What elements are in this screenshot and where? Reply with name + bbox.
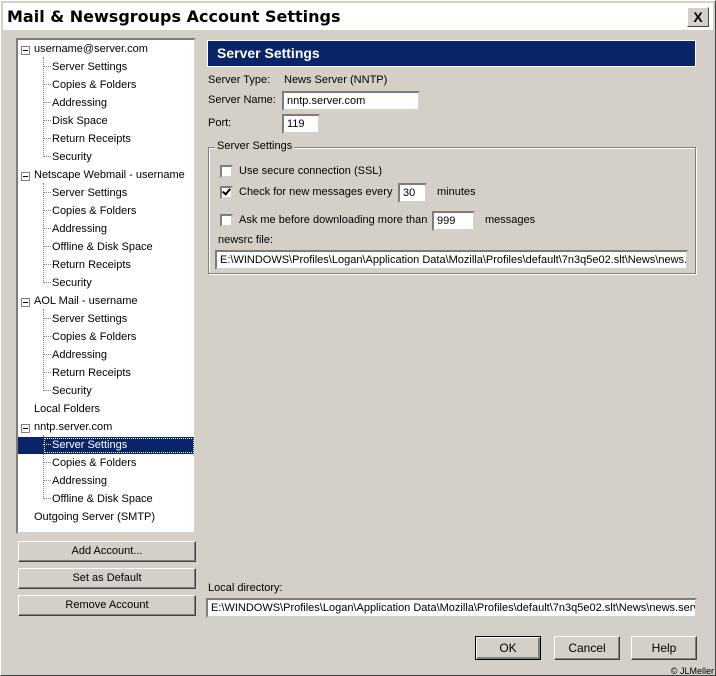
tree-item-disk-space[interactable]: Disk Space	[52, 113, 108, 130]
ok-button[interactable]: OK	[475, 636, 541, 660]
copyright-text: © JLMeller	[670, 666, 714, 676]
tree-item-return-receipts[interactable]: Return Receipts	[52, 257, 131, 274]
server-type-value: News Server (NNTP)	[284, 74, 388, 86]
account-tree[interactable]: username@server.com Server Settings Copi…	[16, 38, 196, 534]
tree-item-security[interactable]: Security	[52, 149, 92, 166]
check-new-messages-label[interactable]: Check for new messages every	[239, 186, 392, 198]
tree-item-return-receipts[interactable]: Return Receipts	[52, 365, 131, 382]
tree-item-addressing[interactable]: Addressing	[52, 347, 107, 364]
collapse-icon[interactable]	[21, 172, 30, 181]
check-interval-input[interactable]: 30	[398, 183, 427, 203]
tree-item-server-settings[interactable]: Server Settings	[52, 311, 127, 328]
tree-item-server-settings-selected[interactable]: Server Settings	[52, 437, 127, 454]
tree-item-copies-folders[interactable]: Copies & Folders	[52, 329, 136, 346]
panel-title: Server Settings	[207, 40, 696, 67]
tree-item-offline-disk-space[interactable]: Offline & Disk Space	[52, 491, 153, 508]
ssl-checkbox[interactable]	[220, 165, 233, 178]
tree-item-server-settings[interactable]: Server Settings	[52, 59, 127, 76]
newsrc-file-input[interactable]: E:\WINDOWS\Profiles\Logan\Application Da…	[215, 250, 688, 270]
tree-item-security[interactable]: Security	[52, 275, 92, 292]
cancel-button[interactable]: Cancel	[554, 636, 620, 660]
collapse-icon[interactable]	[21, 46, 30, 55]
messages-label: messages	[485, 214, 536, 226]
local-directory-input[interactable]: E:\WINDOWS\Profiles\Logan\Application Da…	[206, 598, 697, 618]
server-type-label: Server Type:	[208, 74, 271, 86]
tree-account-local-folders[interactable]: Local Folders	[34, 401, 100, 418]
tree-account-nntp-server[interactable]: nntp.server.com	[34, 419, 112, 436]
server-name-input[interactable]: nntp.server.com	[282, 91, 420, 111]
collapse-icon[interactable]	[21, 298, 30, 307]
server-settings-group-label: Server Settings	[215, 140, 295, 152]
ask-before-download-label[interactable]: Ask me before downloading more than	[239, 214, 427, 226]
tree-account-aol-mail[interactable]: AOL Mail - username	[34, 293, 138, 310]
minutes-label: minutes	[437, 186, 476, 198]
close-button[interactable]: X	[687, 7, 709, 27]
add-account-button[interactable]: Add Account...	[18, 541, 196, 562]
server-name-label: Server Name:	[208, 94, 276, 106]
collapse-icon[interactable]	[21, 424, 30, 433]
check-new-messages-checkbox[interactable]	[220, 186, 233, 199]
tree-item-server-settings[interactable]: Server Settings	[52, 185, 127, 202]
tree-item-copies-folders[interactable]: Copies & Folders	[52, 77, 136, 94]
ask-before-download-checkbox[interactable]	[220, 214, 233, 227]
remove-account-button[interactable]: Remove Account	[18, 595, 196, 616]
tree-account-outgoing-smtp[interactable]: Outgoing Server (SMTP)	[34, 509, 155, 526]
window-title: Mail & Newsgroups Account Settings	[7, 7, 341, 26]
port-label: Port:	[208, 117, 232, 129]
newsrc-file-label: newsrc file:	[218, 234, 274, 246]
help-button[interactable]: Help	[631, 636, 697, 660]
close-icon: X	[693, 9, 703, 25]
tree-item-return-receipts[interactable]: Return Receipts	[52, 131, 131, 148]
tree-item-offline-disk-space[interactable]: Offline & Disk Space	[52, 239, 153, 256]
tree-item-addressing[interactable]: Addressing	[52, 473, 107, 490]
ask-count-input[interactable]: 999	[432, 211, 475, 231]
tree-account-username-server[interactable]: username@server.com	[34, 41, 148, 58]
tree-item-addressing[interactable]: Addressing	[52, 95, 107, 112]
tree-item-addressing[interactable]: Addressing	[52, 221, 107, 238]
tree-item-security[interactable]: Security	[52, 383, 92, 400]
ssl-label[interactable]: Use secure connection (SSL)	[239, 165, 382, 177]
set-as-default-button[interactable]: Set as Default	[18, 568, 196, 589]
local-directory-label: Local directory:	[208, 582, 283, 594]
tree-account-netscape-webmail[interactable]: Netscape Webmail - username	[34, 167, 185, 184]
title-bar: Mail & Newsgroups Account Settings X	[3, 3, 713, 30]
port-input[interactable]: 119	[282, 114, 320, 134]
tree-item-copies-folders[interactable]: Copies & Folders	[52, 455, 136, 472]
tree-item-copies-folders[interactable]: Copies & Folders	[52, 203, 136, 220]
